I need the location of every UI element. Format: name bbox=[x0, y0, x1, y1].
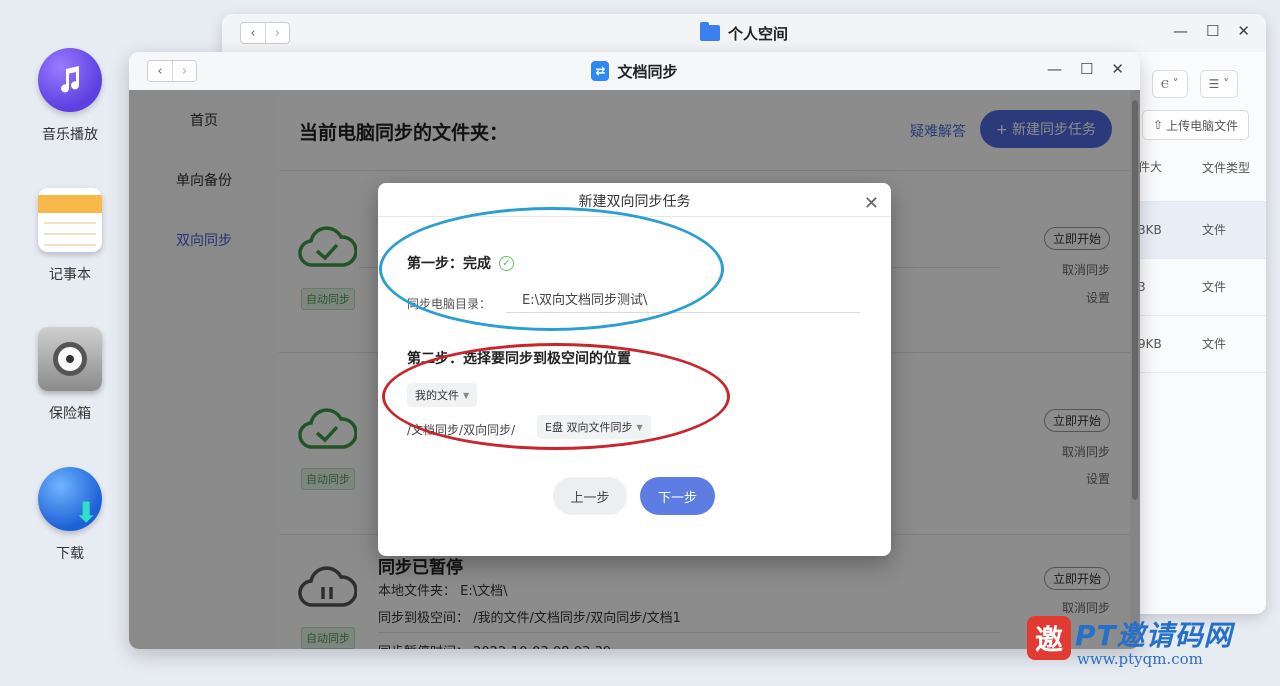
upload-icon: ⇧ bbox=[1153, 118, 1164, 132]
close-icon[interactable]: ✕ bbox=[1237, 22, 1250, 40]
step2-title-text: 第二步：选择要同步到极空间的位置 bbox=[407, 351, 631, 367]
cell-type: 文件 bbox=[1202, 223, 1227, 237]
dialog-title: 新建双向同步任务 bbox=[578, 194, 691, 210]
desktop-icon-label: 下载 bbox=[56, 546, 84, 562]
download-globe-icon: ⬇ bbox=[38, 467, 102, 531]
table-row[interactable]: 3 文件 bbox=[1132, 259, 1266, 316]
step1-title-text: 第一步：完成 bbox=[407, 256, 491, 272]
dialog-divider bbox=[378, 216, 891, 217]
check-circle-icon: ✓ bbox=[499, 255, 514, 271]
window-title-text: 个人空间 bbox=[727, 24, 788, 43]
desktop-icon-label: 记事本 bbox=[49, 267, 91, 283]
close-icon[interactable]: ✕ bbox=[1111, 60, 1124, 78]
watermark-text: PT邀请码网 bbox=[1075, 619, 1233, 652]
file-table: 件大 文件类型 3KB 文件 3 文件 9KB 文件 bbox=[1132, 154, 1266, 373]
window-controls: — ☐ ✕ bbox=[1173, 22, 1250, 40]
cell-size: 3 bbox=[1138, 280, 1146, 294]
upload-pc-file-button[interactable]: ⇧ 上传电脑文件 bbox=[1142, 110, 1250, 140]
folder-icon bbox=[699, 22, 720, 41]
maximize-icon[interactable]: ☐ bbox=[1080, 60, 1093, 78]
window-title: ⇄ 文档同步 bbox=[591, 61, 678, 82]
close-icon[interactable]: ✕ bbox=[864, 193, 879, 214]
table-header: 件大 文件类型 bbox=[1132, 154, 1266, 202]
view-mode-button[interactable]: Ⲉ ˅ bbox=[1152, 70, 1188, 98]
maximize-icon[interactable]: ☐ bbox=[1206, 22, 1219, 40]
path-prefix: /文档同步/双向同步/ bbox=[407, 423, 516, 437]
desktop-icon-notepad[interactable]: 记事本 bbox=[20, 188, 120, 284]
desktop-icon-label: 音乐播放 bbox=[42, 127, 98, 143]
back-icon[interactable]: ‹ bbox=[241, 23, 265, 43]
caret-down-icon: ▼ bbox=[463, 390, 470, 400]
window-title: 个人空间 bbox=[699, 22, 788, 44]
nav-buttons: ‹ › bbox=[240, 22, 290, 44]
cell-size: 9KB bbox=[1138, 337, 1162, 351]
music-note-icon bbox=[38, 48, 102, 112]
forward-icon[interactable]: › bbox=[172, 61, 196, 81]
column-header-size: 件大 bbox=[1138, 160, 1163, 174]
caret-down-icon: ▼ bbox=[636, 422, 643, 432]
sort-button[interactable]: ☰ ˅ bbox=[1199, 70, 1239, 98]
personal-space-titlebar: ‹ › 个人空间 — ☐ ✕ bbox=[222, 14, 1266, 52]
target-folder-label: E盘 双向文件同步 bbox=[545, 421, 633, 434]
minimize-icon[interactable]: — bbox=[1173, 22, 1188, 40]
watermark: 邀 PT邀请码网 www.ptyqm.com bbox=[1027, 612, 1267, 672]
desktop-icon-music[interactable]: 音乐播放 bbox=[20, 48, 120, 144]
cell-type: 文件 bbox=[1202, 280, 1227, 294]
new-two-way-sync-dialog: 新建双向同步任务 ✕ 第一步：完成 ✓ 同步电脑目录： E:\双向文档同步测试\… bbox=[378, 183, 891, 556]
step1-title: 第一步：完成 ✓ bbox=[407, 253, 514, 273]
view-toolbar: Ⲉ ˅ ☰ ˅ bbox=[1152, 70, 1239, 98]
watermark-logo: 邀 bbox=[1027, 616, 1071, 660]
window-controls: — ☐ ✕ bbox=[1047, 60, 1124, 78]
doc-sync-titlebar: ‹ › ⇄ 文档同步 — ☐ ✕ bbox=[129, 52, 1140, 90]
my-files-label: 我的文件 bbox=[415, 389, 459, 402]
window-title-text: 文档同步 bbox=[617, 62, 678, 81]
target-folder-dropdown[interactable]: E盘 双向文件同步 ▼ bbox=[537, 415, 651, 439]
desktop-icon-label: 保险箱 bbox=[49, 406, 91, 422]
doc-sync-app-icon: ⇄ bbox=[591, 61, 610, 81]
safe-icon bbox=[38, 327, 102, 391]
step2-title: 第二步：选择要同步到极空间的位置 bbox=[407, 348, 631, 368]
table-row[interactable]: 3KB 文件 bbox=[1132, 202, 1266, 259]
desktop-icon-safe[interactable]: 保险箱 bbox=[20, 327, 120, 423]
my-files-dropdown[interactable]: 我的文件 ▼ bbox=[407, 383, 478, 407]
nav-buttons: ‹ › bbox=[147, 60, 197, 82]
cell-type: 文件 bbox=[1202, 337, 1227, 351]
minimize-icon[interactable]: — bbox=[1047, 60, 1062, 78]
cell-size: 3KB bbox=[1138, 223, 1162, 237]
table-row[interactable]: 9KB 文件 bbox=[1132, 316, 1266, 373]
notepad-icon bbox=[38, 188, 102, 252]
watermark-url: www.ptyqm.com bbox=[1077, 650, 1203, 668]
sync-dir-field[interactable]: E:\双向文档同步测试\ bbox=[506, 289, 860, 313]
back-icon[interactable]: ‹ bbox=[148, 61, 172, 81]
previous-step-button[interactable]: 上一步 bbox=[553, 477, 627, 515]
column-header-type: 文件类型 bbox=[1202, 161, 1251, 175]
sync-dir-label: 同步电脑目录： bbox=[407, 297, 492, 311]
upload-label: 上传电脑文件 bbox=[1166, 118, 1239, 133]
next-step-button[interactable]: 下一步 bbox=[640, 477, 715, 515]
desktop-icon-download[interactable]: ⬇ 下载 bbox=[20, 467, 120, 563]
forward-icon[interactable]: › bbox=[265, 23, 289, 43]
